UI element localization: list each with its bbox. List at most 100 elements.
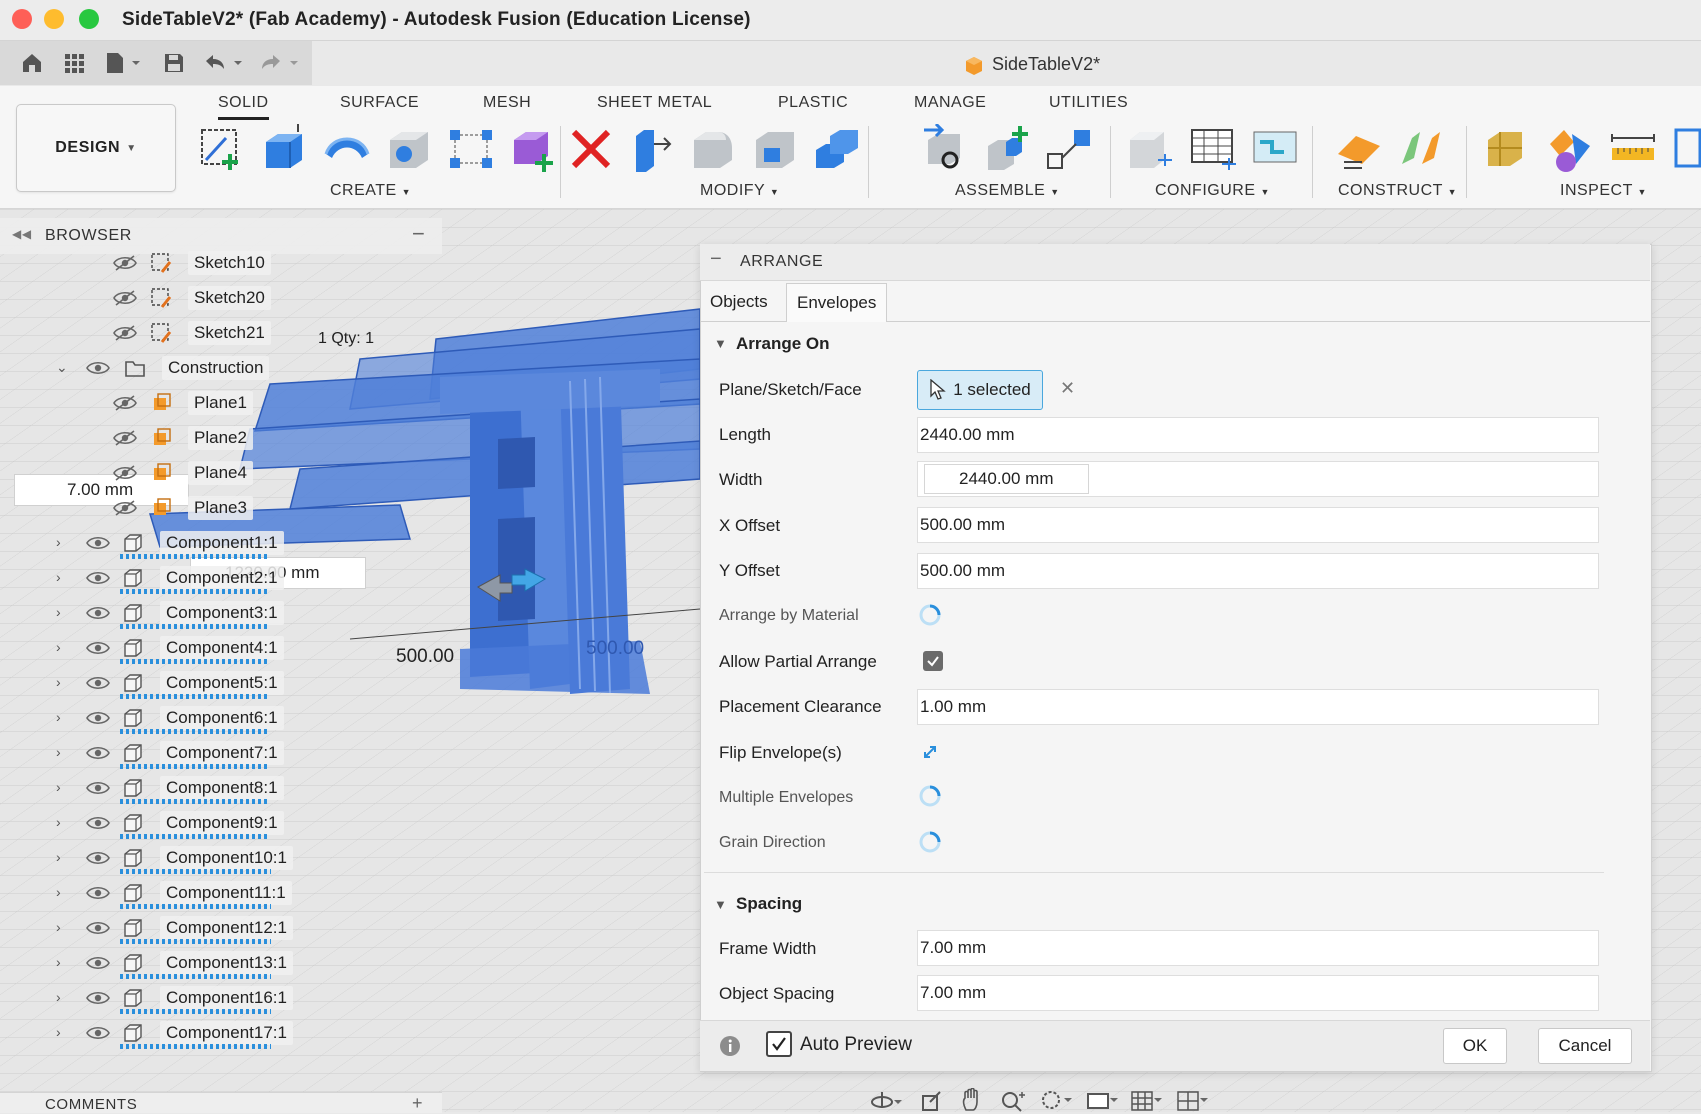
chevron-right-icon[interactable]: › bbox=[56, 744, 61, 760]
create-sketch-icon[interactable] bbox=[196, 124, 246, 174]
clear-selection-icon[interactable]: ✕ bbox=[1060, 378, 1075, 399]
add-comment-icon[interactable]: + bbox=[412, 1093, 423, 1114]
group-modify[interactable]: MODIFY ▼ bbox=[700, 182, 779, 200]
close-window-button[interactable] bbox=[12, 9, 32, 29]
arrange-dialog-header[interactable]: − ARRANGE bbox=[700, 244, 1650, 281]
browser-item[interactable]: › Component9:1 bbox=[0, 807, 442, 839]
pan-hand-icon[interactable] bbox=[960, 1088, 986, 1112]
collapse-browser-icon[interactable]: ◀◀ bbox=[12, 227, 32, 241]
pattern-icon[interactable] bbox=[446, 124, 496, 174]
tab-manage[interactable]: MANAGE bbox=[914, 94, 986, 112]
group-construct[interactable]: CONSTRUCT ▼ bbox=[1338, 182, 1457, 200]
grid-icon[interactable] bbox=[62, 51, 86, 75]
minimize-window-button[interactable] bbox=[44, 9, 64, 29]
revolve-icon[interactable] bbox=[322, 124, 372, 174]
save-icon[interactable] bbox=[162, 51, 186, 75]
extrude-icon[interactable] bbox=[258, 124, 308, 174]
x-offset-input[interactable]: 500.00 mm bbox=[917, 507, 1599, 543]
tab-plastic[interactable]: PLASTIC bbox=[778, 94, 848, 112]
ok-button[interactable]: OK bbox=[1443, 1028, 1507, 1064]
eye-icon[interactable] bbox=[86, 535, 110, 551]
eye-icon[interactable] bbox=[86, 1025, 110, 1041]
motion-link-icon[interactable] bbox=[1044, 124, 1094, 174]
browser-item[interactable]: Plane3 bbox=[0, 492, 442, 524]
viewports-icon[interactable] bbox=[1176, 1088, 1210, 1112]
browser-item[interactable]: Plane4 bbox=[0, 457, 442, 489]
browser-item[interactable]: › Component5:1 bbox=[0, 667, 442, 699]
frame-width-input[interactable]: 7.00 mm bbox=[917, 930, 1599, 966]
eye-icon[interactable] bbox=[86, 675, 110, 691]
browser-item[interactable]: › Component12:1 bbox=[0, 912, 442, 944]
eye-icon[interactable] bbox=[86, 360, 110, 376]
eye-icon[interactable] bbox=[86, 780, 110, 796]
eye-icon[interactable] bbox=[86, 605, 110, 621]
grid-snaps-icon[interactable] bbox=[1130, 1088, 1164, 1112]
minimize-browser-icon[interactable]: − bbox=[412, 221, 425, 247]
browser-item[interactable]: Plane2 bbox=[0, 422, 442, 454]
eye-icon[interactable] bbox=[86, 885, 110, 901]
joint-icon[interactable] bbox=[920, 124, 970, 174]
collapse-dialog-icon[interactable]: − bbox=[710, 248, 722, 271]
tab-objects[interactable]: Objects bbox=[700, 283, 778, 321]
chevron-right-icon[interactable]: › bbox=[56, 849, 61, 865]
section-collapse-icon[interactable]: ▼ bbox=[714, 897, 727, 912]
chevron-right-icon[interactable]: › bbox=[56, 709, 61, 725]
browser-item[interactable]: › Component6:1 bbox=[0, 702, 442, 734]
configure-model-icon[interactable] bbox=[1124, 124, 1174, 174]
eye-icon[interactable] bbox=[86, 815, 110, 831]
auto-preview-checkbox[interactable] bbox=[766, 1031, 792, 1057]
measure-icon[interactable] bbox=[1608, 124, 1658, 174]
eye-icon[interactable] bbox=[86, 920, 110, 936]
chevron-right-icon[interactable]: › bbox=[56, 674, 61, 690]
browser-item[interactable]: Sketch20 bbox=[0, 282, 442, 314]
section-spacing[interactable]: Spacing bbox=[736, 894, 802, 914]
plane-selection-button[interactable]: 1 selected bbox=[917, 370, 1043, 410]
eye-hidden-icon[interactable] bbox=[113, 500, 137, 516]
chevron-right-icon[interactable]: › bbox=[56, 569, 61, 585]
browser-item[interactable]: › Component16:1 bbox=[0, 982, 442, 1014]
section-arrange-on[interactable]: Arrange On bbox=[736, 334, 830, 354]
tab-utilities[interactable]: UTILITIES bbox=[1049, 94, 1128, 112]
workspace-switcher[interactable]: DESIGN ▼ bbox=[16, 104, 176, 192]
browser-item[interactable]: Sketch10 bbox=[0, 247, 442, 279]
eye-hidden-icon[interactable] bbox=[113, 465, 137, 481]
object-spacing-input[interactable]: 7.00 mm bbox=[917, 975, 1599, 1011]
offset-plane-icon[interactable] bbox=[1334, 124, 1384, 174]
document-tab[interactable]: SideTableV2* bbox=[992, 54, 1100, 75]
info-icon[interactable] bbox=[719, 1035, 741, 1057]
width-input[interactable]: 2440.00 mm bbox=[917, 461, 1599, 497]
fit-icon[interactable] bbox=[1040, 1088, 1074, 1112]
chevron-right-icon[interactable]: › bbox=[56, 1024, 61, 1040]
eye-icon[interactable] bbox=[86, 990, 110, 1006]
chevron-right-icon[interactable]: › bbox=[56, 884, 61, 900]
tab-envelopes[interactable]: Envelopes bbox=[786, 283, 888, 322]
eye-icon[interactable] bbox=[86, 850, 110, 866]
display-settings-icon[interactable] bbox=[1086, 1088, 1120, 1112]
browser-item[interactable]: Sketch21 bbox=[0, 317, 442, 349]
browser-item[interactable]: › Component7:1 bbox=[0, 737, 442, 769]
group-inspect[interactable]: INSPECT ▼ bbox=[1560, 182, 1647, 200]
interference-icon[interactable] bbox=[1546, 124, 1596, 174]
fillet-icon[interactable] bbox=[688, 124, 738, 174]
plane-at-angle-icon[interactable] bbox=[1396, 124, 1446, 174]
browser-item[interactable]: › Component10:1 bbox=[0, 842, 442, 874]
configuration-table-icon[interactable] bbox=[1188, 124, 1238, 174]
group-assemble[interactable]: ASSEMBLE ▼ bbox=[955, 182, 1060, 200]
browser-item[interactable]: › Component2:1 bbox=[0, 562, 442, 594]
eye-icon[interactable] bbox=[86, 640, 110, 656]
section-analysis-icon[interactable] bbox=[1482, 124, 1532, 174]
chevron-down-icon[interactable]: ⌄ bbox=[56, 359, 68, 376]
placement-clearance-input[interactable]: 1.00 mm bbox=[917, 689, 1599, 725]
browser-item[interactable]: › Component13:1 bbox=[0, 947, 442, 979]
zoom-icon[interactable] bbox=[1000, 1088, 1030, 1112]
browser-item[interactable]: › Component11:1 bbox=[0, 877, 442, 909]
flip-icon[interactable] bbox=[918, 740, 942, 764]
chevron-right-icon[interactable]: › bbox=[56, 814, 61, 830]
eye-hidden-icon[interactable] bbox=[113, 290, 137, 306]
undo-icon[interactable] bbox=[202, 51, 246, 75]
browser-item[interactable]: › Component8:1 bbox=[0, 772, 442, 804]
chevron-right-icon[interactable]: › bbox=[56, 919, 61, 935]
eye-hidden-icon[interactable] bbox=[113, 430, 137, 446]
orbit-icon[interactable] bbox=[870, 1090, 904, 1112]
delete-icon[interactable] bbox=[566, 124, 616, 174]
